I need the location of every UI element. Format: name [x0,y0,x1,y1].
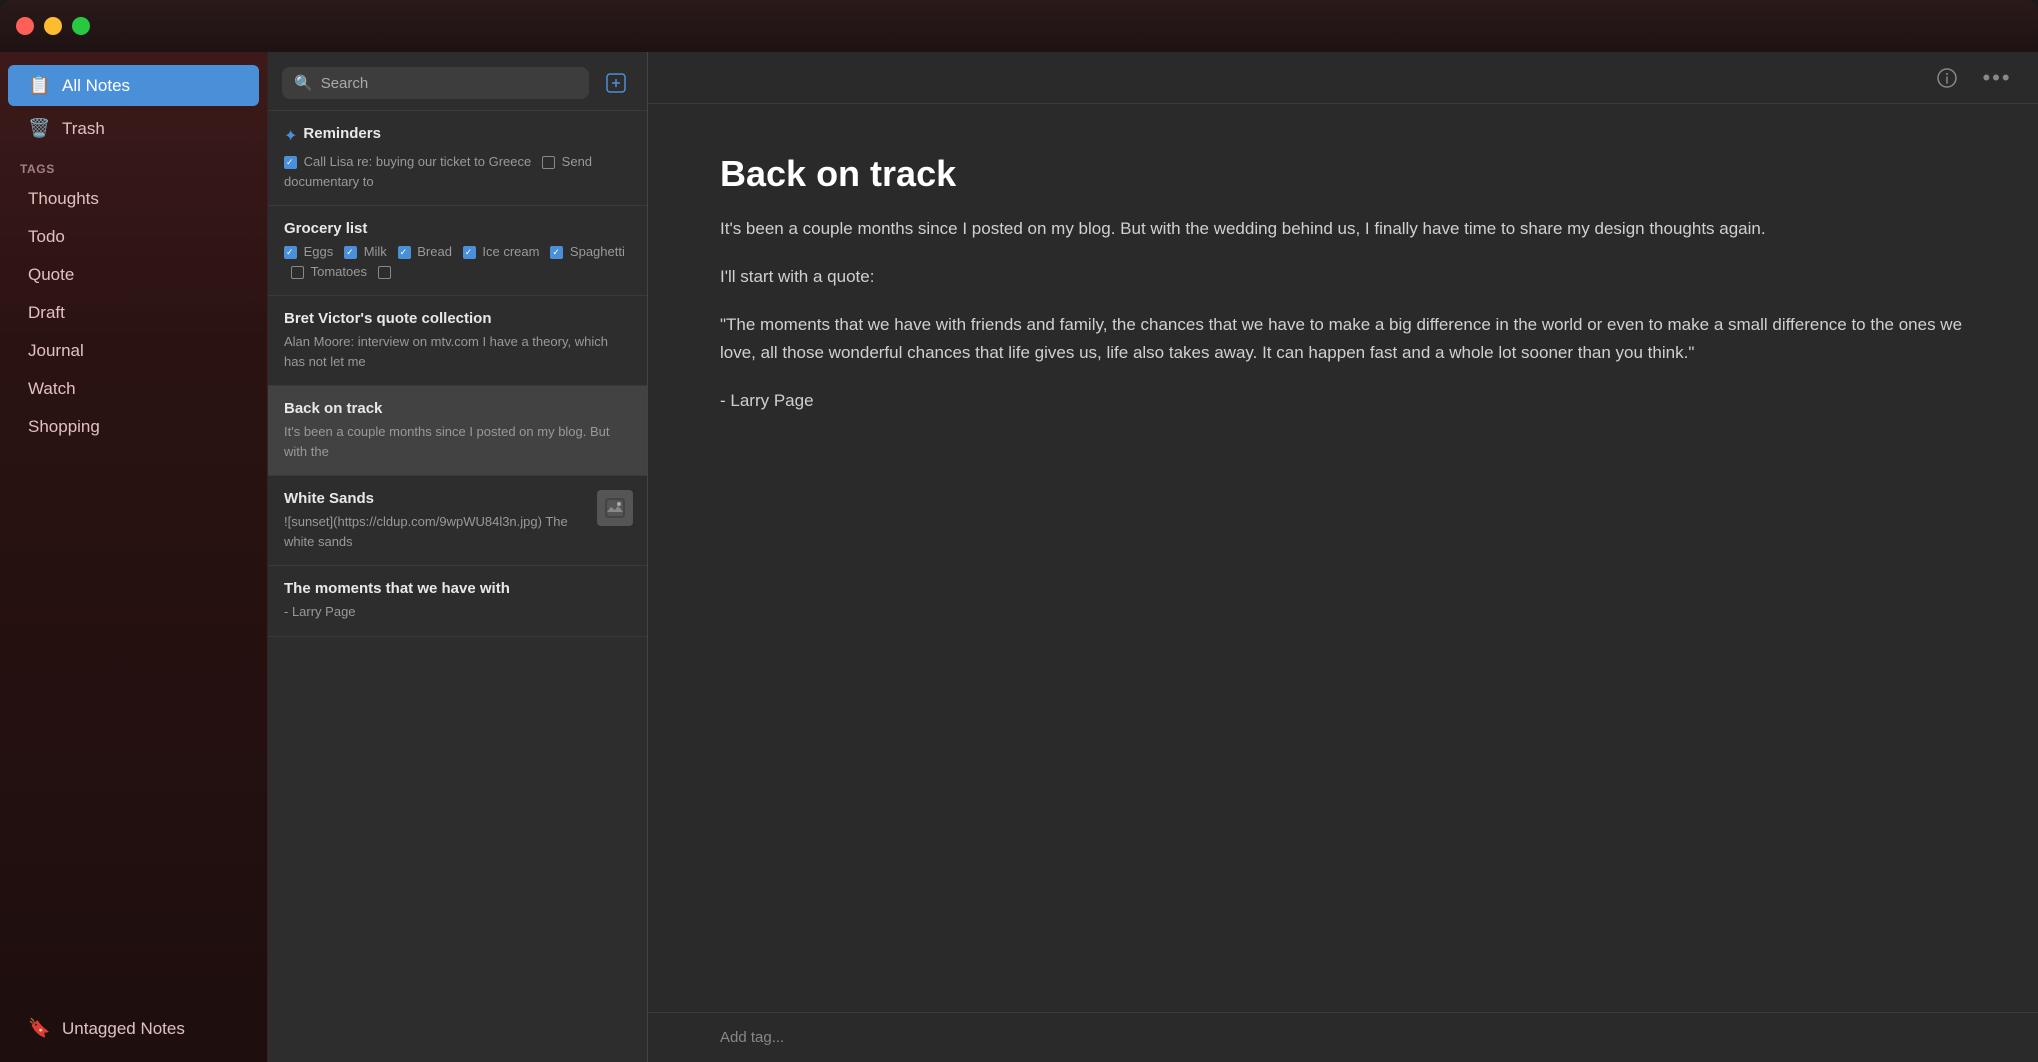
minimize-button[interactable] [44,17,62,35]
note-preview: Eggs Milk Bread Ice cream Spaghetti Toma… [284,242,631,281]
sidebar-item-thoughts[interactable]: Thoughts [8,181,259,217]
note-title: Grocery list [284,220,631,237]
note-item-reminders[interactable]: ✦ Reminders Call Lisa re: buying our tic… [268,111,647,206]
tag-label: Thoughts [28,189,99,209]
note-title: White Sands [284,490,631,507]
sidebar-item-label: Trash [62,119,105,139]
note-item-grocery[interactable]: Grocery list Eggs Milk Bread Ice cream S… [268,206,647,296]
tag-label: Todo [28,227,65,247]
trash-icon: 🗑️ [28,118,50,139]
sidebar-item-draft[interactable]: Draft [8,295,259,331]
close-button[interactable] [16,17,34,35]
pin-icon: ✦ [284,126,297,146]
traffic-lights [16,17,90,35]
notes-list: 🔍 Search ✦ Reminders Call Lisa re: b [268,52,648,1062]
sidebar-item-todo[interactable]: Todo [8,219,259,255]
app-container: 📋 All Notes 🗑️ Trash TAGS Thoughts Todo … [0,52,2038,1062]
notes-header: 🔍 Search [268,52,647,111]
sidebar: 📋 All Notes 🗑️ Trash TAGS Thoughts Todo … [0,52,268,1062]
tag-bar[interactable]: Add tag... [648,1012,2038,1062]
tag-label: Journal [28,341,84,361]
sidebar-item-shopping[interactable]: Shopping [8,409,259,445]
note-title: Reminders [303,125,381,142]
note-title: The moments that we have with [284,580,631,597]
untagged-icon: 🔖 [28,1018,50,1039]
more-icon: ••• [1982,65,2011,91]
note-preview: Call Lisa re: buying our ticket to Greec… [284,152,631,191]
note-preview: Alan Moore: interview on mtv.com I have … [284,332,631,371]
tags-section-label: TAGS [0,150,267,180]
add-tag-placeholder: Add tag... [720,1029,784,1046]
tag-label: Quote [28,265,74,285]
note-title: Bret Victor's quote collection [284,310,631,327]
note-thumbnail [597,490,633,526]
new-note-button[interactable] [599,66,633,100]
tag-label: Shopping [28,417,100,437]
maximize-button[interactable] [72,17,90,35]
sidebar-item-quote[interactable]: Quote [8,257,259,293]
note-editor[interactable]: Back on track It's been a couple months … [648,104,2038,1012]
sidebar-item-trash[interactable]: 🗑️ Trash [8,108,259,149]
sidebar-item-untagged[interactable]: 🔖 Untagged Notes [8,1008,259,1049]
editor-title: Back on track [720,152,1966,195]
editor-paragraph-2: I'll start with a quote: [720,263,1966,291]
editor-body[interactable]: It's been a couple months since I posted… [720,215,1966,415]
editor-paragraph-quote: "The moments that we have with friends a… [720,311,1966,367]
info-button[interactable] [1930,61,1964,95]
note-preview: It's been a couple months since I posted… [284,422,631,461]
sidebar-item-all-notes[interactable]: 📋 All Notes [8,65,259,106]
note-title: Back on track [284,400,631,417]
note-item-back-on-track[interactable]: Back on track It's been a couple months … [268,386,647,476]
search-bar[interactable]: 🔍 Search [282,67,589,99]
titlebar [0,0,2038,52]
note-item-white-sands[interactable]: White Sands ![sunset](https://cldup.com/… [268,476,647,566]
note-preview: - Larry Page [284,602,631,622]
notes-scroll-area[interactable]: ✦ Reminders Call Lisa re: buying our tic… [268,111,647,1062]
tag-label: Draft [28,303,65,323]
note-item-moments[interactable]: The moments that we have with - Larry Pa… [268,566,647,637]
tag-label: Watch [28,379,76,399]
notes-icon: 📋 [28,75,50,96]
sidebar-item-label: Untagged Notes [62,1019,185,1039]
editor-paragraph-attribution: - Larry Page [720,387,1966,415]
sidebar-item-label: All Notes [62,76,130,96]
search-placeholder: Search [321,75,369,92]
sidebar-item-journal[interactable]: Journal [8,333,259,369]
sidebar-item-watch[interactable]: Watch [8,371,259,407]
main-content: ••• Back on track It's been a couple mon… [648,52,2038,1062]
note-preview: ![sunset](https://cldup.com/9wpWU84l3n.j… [284,512,631,551]
editor-paragraph-1: It's been a couple months since I posted… [720,215,1966,243]
search-icon: 🔍 [294,74,313,92]
note-item-bret-victor[interactable]: Bret Victor's quote collection Alan Moor… [268,296,647,386]
more-options-button[interactable]: ••• [1980,61,2014,95]
content-toolbar: ••• [648,52,2038,104]
